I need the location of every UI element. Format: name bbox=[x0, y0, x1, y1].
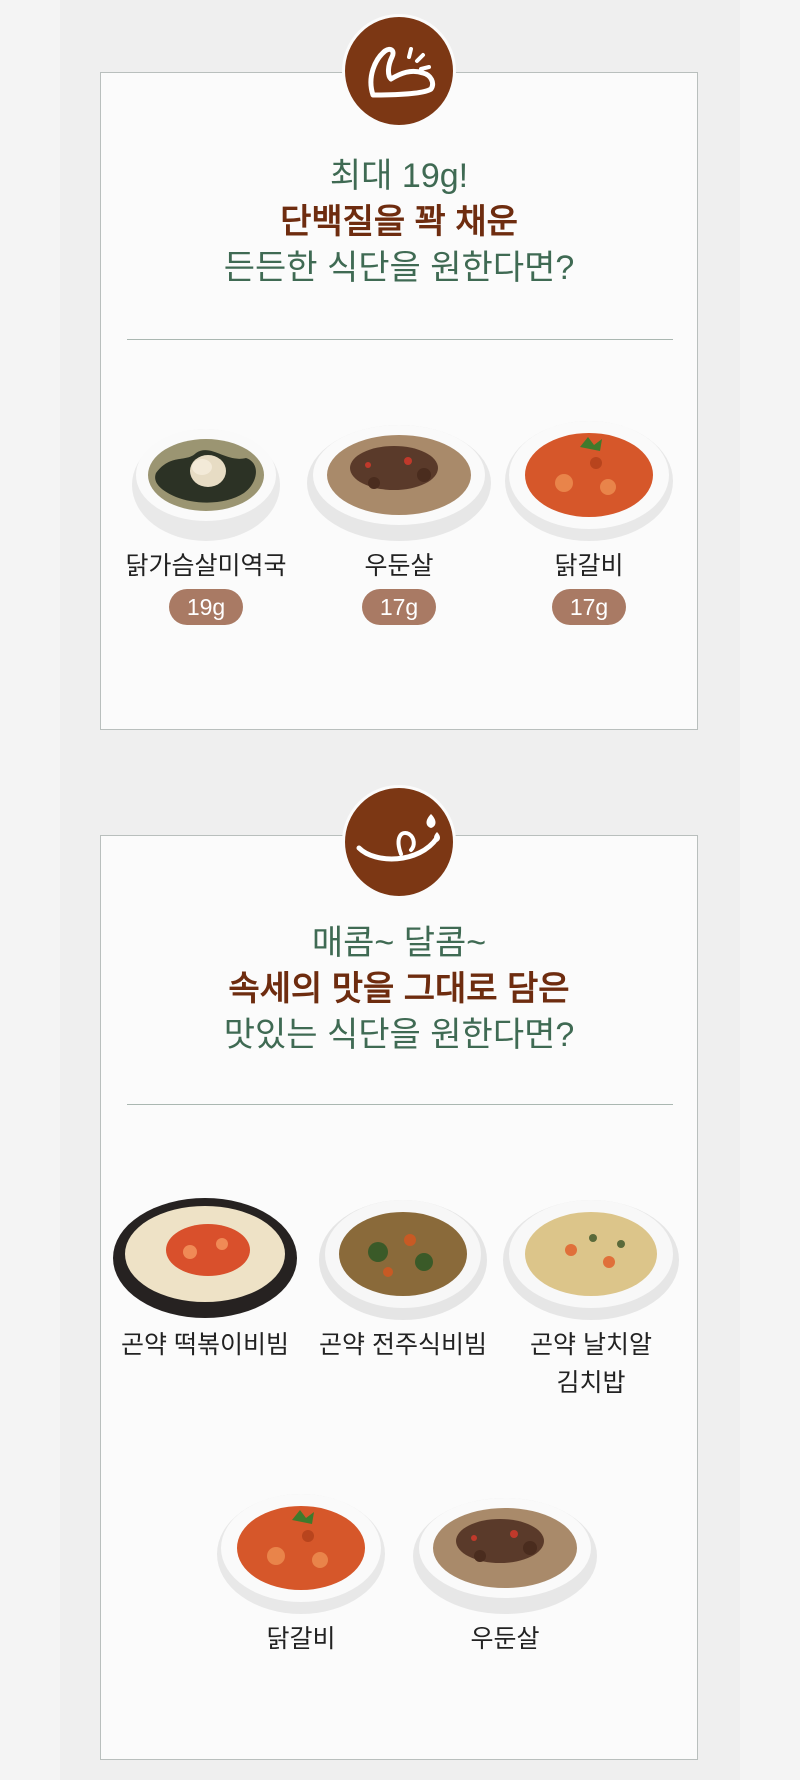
flying-fish-roe-kimchi-rice-image bbox=[503, 1200, 679, 1320]
menu-item-tteokbokki-bibim[interactable]: 곤약 떡볶이비빔 bbox=[107, 1192, 303, 1364]
headline-line-1: 최대 19g! bbox=[329, 157, 469, 195]
item-name: 곤약 전주식비빔 bbox=[319, 1331, 487, 1359]
beef-rice-image bbox=[413, 1498, 597, 1614]
menu-item-jeonju-bibim[interactable]: 곤약 전주식비빔 bbox=[305, 1192, 501, 1364]
content-column: 최대 19g! 단백질을 꽉 채운 든든한 식단을 원한다면? 닭가슴살미역국 … bbox=[60, 0, 740, 1780]
protein-badge: 19g bbox=[168, 589, 244, 625]
protein-badge: 17g bbox=[361, 589, 437, 625]
item-name: 우둔살 bbox=[364, 552, 434, 580]
menu-item-roe-kimchi-rice[interactable]: 곤약 날치알 김치밥 bbox=[499, 1192, 683, 1402]
tongue-lick-badge bbox=[342, 785, 456, 899]
headline-line-3: 맛있는 식단을 원한다면? bbox=[223, 1016, 575, 1054]
jeonju-bibimbap-image bbox=[319, 1200, 487, 1320]
headline-block: 매콤~ 달콤~ 속세의 맛을 그대로 담은 맛있는 식단을 원한다면? bbox=[101, 920, 697, 1058]
item-name: 곤약 떡볶이비빔 bbox=[121, 1331, 289, 1359]
item-name-line-1: 곤약 날치알 bbox=[530, 1331, 652, 1359]
flexed-arm-icon bbox=[368, 46, 436, 98]
section-divider bbox=[127, 1104, 673, 1105]
flexed-arm-badge bbox=[342, 14, 456, 128]
tteokbokki-cheese-image bbox=[113, 1198, 297, 1318]
menu-item-spicy-chicken-rice[interactable]: 닭갈비 17g bbox=[499, 413, 679, 625]
item-name-line-2: 김치밥 bbox=[556, 1369, 626, 1397]
item-name: 닭갈비 bbox=[266, 1625, 336, 1653]
high-protein-card: 최대 19g! 단백질을 꽉 채운 든든한 식단을 원한다면? 닭가슴살미역국 … bbox=[100, 14, 698, 730]
section-divider bbox=[127, 339, 673, 340]
spicy-chicken-rice-image bbox=[217, 1494, 385, 1614]
headline-line-2: 단백질을 꽉 채운 bbox=[280, 203, 518, 241]
seaweed-soup-image bbox=[132, 429, 280, 541]
menu-item-beef-rice[interactable]: 우둔살 17g bbox=[301, 413, 497, 625]
beef-rice-image bbox=[307, 425, 491, 541]
tongue-lick-icon bbox=[356, 814, 440, 862]
headline-line-1: 매콤~ 달콤~ bbox=[311, 924, 487, 962]
headline-line-3: 든든한 식단을 원한다면? bbox=[223, 249, 575, 287]
menu-item-spicy-chicken-rice-2[interactable]: 닭갈비 bbox=[209, 1486, 393, 1658]
headline-block: 최대 19g! 단백질을 꽉 채운 든든한 식단을 원한다면? bbox=[101, 153, 697, 291]
menu-item-beef-rice-2[interactable]: 우둔살 bbox=[407, 1486, 603, 1658]
spicy-chicken-rice-image bbox=[505, 421, 673, 541]
item-name: 우둔살 bbox=[470, 1625, 540, 1653]
item-name: 닭가슴살미역국 bbox=[125, 552, 287, 580]
item-name: 닭갈비 bbox=[554, 552, 624, 580]
headline-line-2: 속세의 맛을 그대로 담은 bbox=[228, 970, 570, 1008]
tasty-meal-card: 매콤~ 달콤~ 속세의 맛을 그대로 담은 맛있는 식단을 원한다면? 곤약 떡… bbox=[100, 785, 698, 1760]
menu-item-seaweed-soup[interactable]: 닭가슴살미역국 19g bbox=[111, 413, 301, 625]
protein-badge: 17g bbox=[551, 589, 627, 625]
